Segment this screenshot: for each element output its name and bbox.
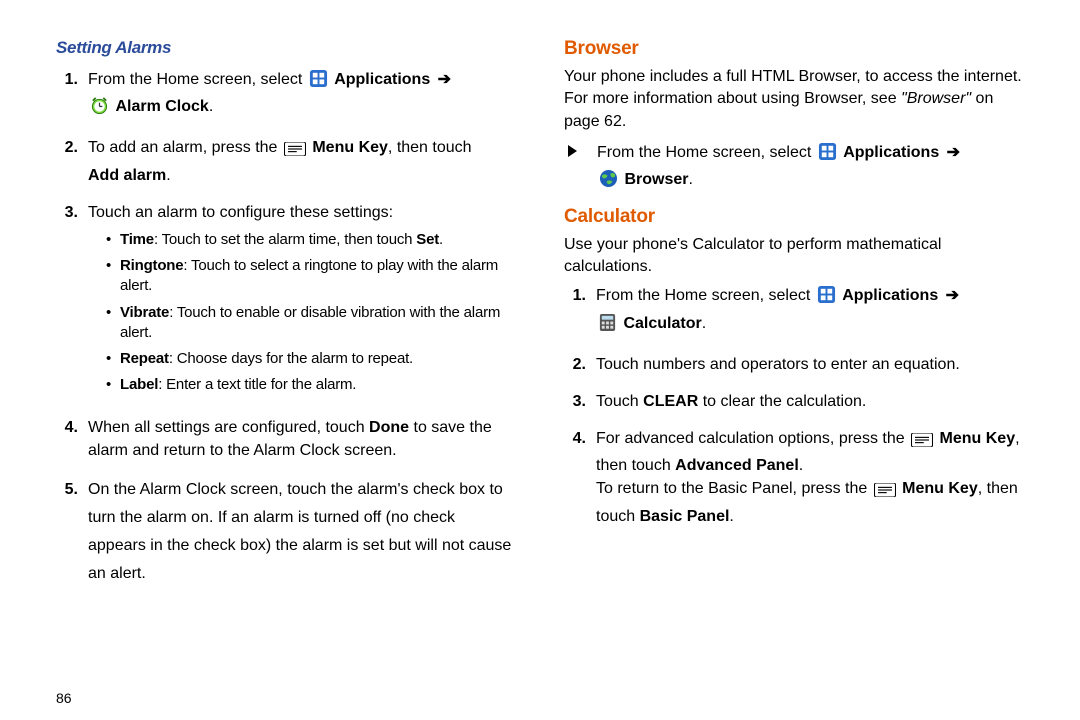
menu-key-icon — [284, 140, 306, 163]
apps-icon — [817, 285, 836, 311]
calc-step-3: 3. Touch CLEAR to clear the calculation. — [564, 390, 1024, 413]
menu-key-icon — [874, 481, 896, 504]
step-3: 3. Touch an alarm to configure these set… — [56, 201, 516, 402]
calculator-icon — [598, 313, 617, 339]
step-4: 4. When all settings are configured, tou… — [56, 416, 516, 462]
browser-intro: Your phone includes a full HTML Browser,… — [564, 66, 1024, 133]
apps-icon — [309, 69, 328, 95]
step-2: 2. To add an alarm, press the Menu Key, … — [56, 136, 516, 186]
left-column: Setting Alarms 1. From the Home screen, … — [56, 30, 516, 710]
bullet-time: Time: Touch to set the alarm time, then … — [106, 230, 516, 250]
calc-step-4: 4. For advanced calculation options, pre… — [564, 427, 1024, 528]
calc-intro: Use your phone's Calculator to perform m… — [564, 234, 1024, 279]
heading-calculator: Calculator — [564, 206, 1024, 228]
alarm-clock-icon — [90, 96, 109, 122]
right-column: Browser Your phone includes a full HTML … — [564, 30, 1024, 710]
triangle-bullet-icon — [568, 145, 577, 157]
step-1: 1. From the Home screen, select Applicat… — [56, 68, 516, 122]
step-5: 5. On the Alarm Clock screen, touch the … — [56, 476, 516, 588]
apps-icon — [818, 142, 837, 168]
bullet-label: Label: Enter a text title for the alarm. — [106, 375, 516, 395]
browser-step: From the Home screen, select Application… — [564, 141, 1024, 195]
calc-steps: 1. From the Home screen, select Applicat… — [564, 284, 1024, 528]
alarm-settings-list: Time: Touch to set the alarm time, then … — [106, 230, 516, 396]
bullet-ringtone: Ringtone: Touch to select a ringtone to … — [106, 256, 516, 297]
heading-setting-alarms: Setting Alarms — [56, 38, 516, 58]
page-number: 86 — [56, 690, 72, 706]
calc-step-1: 1. From the Home screen, select Applicat… — [564, 284, 1024, 338]
heading-browser: Browser — [564, 38, 1024, 60]
manual-page: Setting Alarms 1. From the Home screen, … — [0, 0, 1080, 720]
bullet-vibrate: Vibrate: Touch to enable or disable vibr… — [106, 303, 516, 344]
menu-key-icon — [911, 431, 933, 454]
calc-step-2: 2. Touch numbers and operators to enter … — [564, 353, 1024, 376]
bullet-repeat: Repeat: Choose days for the alarm to rep… — [106, 349, 516, 369]
globe-icon — [599, 169, 618, 195]
alarm-steps: 1. From the Home screen, select Applicat… — [56, 68, 516, 588]
